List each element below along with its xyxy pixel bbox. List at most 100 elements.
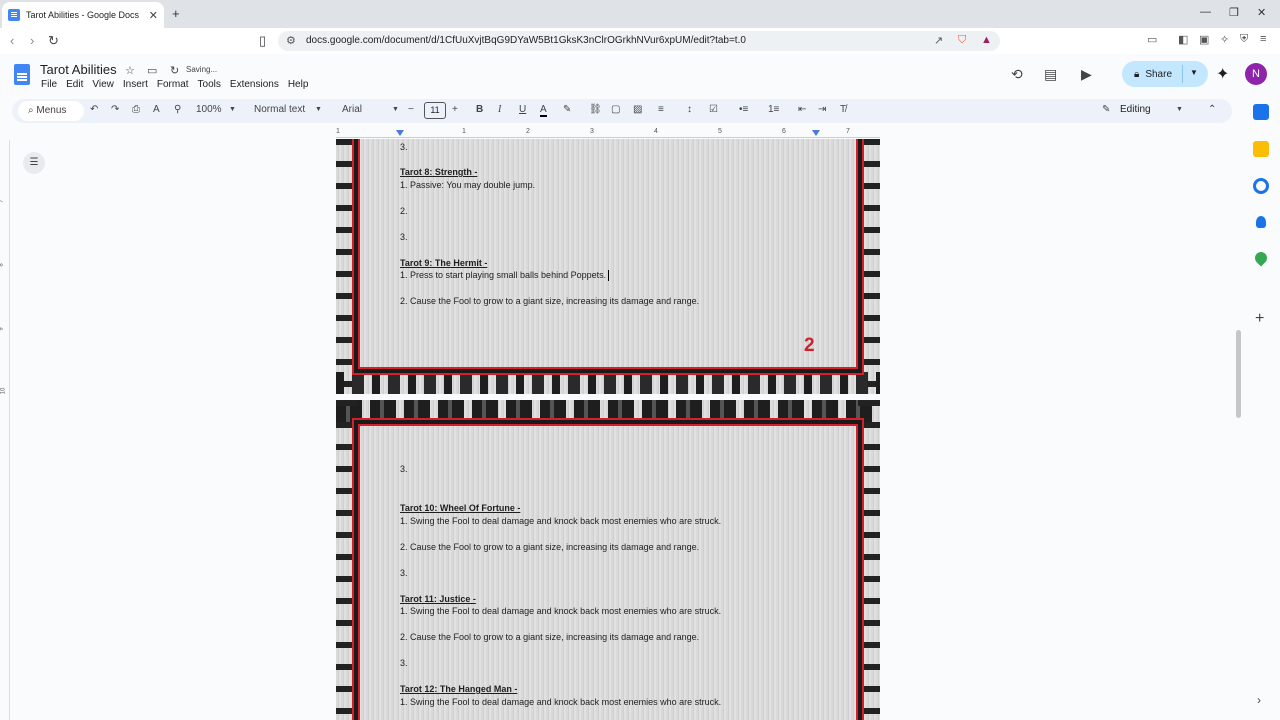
browser-tab[interactable]: Tarot Abilities - Google Docs ✕ xyxy=(2,2,164,28)
document-page[interactable]: 3. Tarot 10: Wheel Of Fortune - 1. Swing… xyxy=(336,400,880,720)
close-window-icon[interactable]: ✕ xyxy=(1257,6,1266,19)
bookmark-icon[interactable]: ▯ xyxy=(259,33,266,49)
back-icon[interactable]: ‹ xyxy=(10,33,14,48)
leo-ai-icon[interactable]: ✧ xyxy=(1220,33,1229,46)
doc-line[interactable]: 2. Cause the Fool to grow to a giant siz… xyxy=(400,296,699,306)
checklist-icon[interactable]: ☑ xyxy=(709,104,718,115)
align-icon[interactable]: ≡ xyxy=(658,104,664,115)
wallet-icon[interactable]: ▣ xyxy=(1199,33,1209,46)
font-size-input[interactable]: 11 xyxy=(424,102,446,119)
share-button[interactable]: 🔒︎ Share ▼ xyxy=(1122,61,1208,87)
doc-line-text[interactable]: 1. Press to start playing small balls be… xyxy=(400,270,606,280)
cast-icon[interactable]: ▭ xyxy=(1147,33,1157,46)
print-icon[interactable]: ⎙ xyxy=(132,104,140,115)
menu-insert[interactable]: Insert xyxy=(123,79,148,90)
meet-icon[interactable]: ▶ xyxy=(1081,66,1092,83)
menu-format[interactable]: Format xyxy=(157,79,189,90)
horizontal-ruler[interactable]: 1 1 2 3 4 5 6 7 xyxy=(336,128,880,139)
share-page-icon[interactable]: ↗ xyxy=(934,34,943,47)
collapse-menus-icon[interactable]: ⌃ xyxy=(1208,104,1216,115)
font-dropdown-icon[interactable]: ▼ xyxy=(392,106,399,113)
bold-icon[interactable]: B xyxy=(476,104,483,115)
zoom-dropdown-icon[interactable]: ▼ xyxy=(229,106,236,113)
vertical-scrollbar[interactable] xyxy=(1236,330,1241,418)
doc-line[interactable]: 2. xyxy=(400,206,408,216)
url-field[interactable]: ⚙ docs.google.com/document/d/1CfUuXvjtBq… xyxy=(278,31,1000,51)
doc-line-with-cursor[interactable]: 1. Press to start playing small balls be… xyxy=(400,270,610,282)
left-indent-marker[interactable] xyxy=(396,130,404,136)
maps-icon[interactable] xyxy=(1252,249,1270,267)
spellcheck-icon[interactable]: A xyxy=(153,104,160,115)
doc-line[interactable]: 3. xyxy=(400,658,408,668)
insert-image-icon[interactable]: ▨ xyxy=(633,104,642,115)
menu-edit[interactable]: Edit xyxy=(66,79,83,90)
style-dropdown-icon[interactable]: ▼ xyxy=(315,106,322,113)
doc-heading[interactable]: Tarot 12: The Hanged Man - xyxy=(400,684,517,694)
doc-line[interactable]: 3. xyxy=(400,142,408,152)
paint-format-icon[interactable]: ⚲ xyxy=(174,104,181,115)
clear-formatting-icon[interactable]: T̸ xyxy=(840,104,846,115)
mode-dropdown-icon[interactable]: ▼ xyxy=(1176,106,1183,113)
restore-icon[interactable]: ❐ xyxy=(1229,6,1239,19)
insert-link-icon[interactable]: ⛓ xyxy=(589,104,602,115)
font-select[interactable]: Arial xyxy=(342,104,362,115)
comments-icon[interactable]: ▤ xyxy=(1044,66,1057,83)
star-icon[interactable]: ☆ xyxy=(125,64,135,77)
doc-line[interactable]: 1. Swing the Fool to deal damage and kno… xyxy=(400,606,721,616)
brave-shield-icon[interactable]: ⛉ xyxy=(958,34,966,47)
undo-icon[interactable]: ↶ xyxy=(90,104,98,115)
redo-icon[interactable]: ↷ xyxy=(111,104,119,115)
close-tab-icon[interactable]: ✕ xyxy=(149,9,158,22)
editing-mode-select[interactable]: Editing xyxy=(1120,104,1151,115)
doc-heading[interactable]: Tarot 8: Strength - xyxy=(400,167,477,177)
document-page[interactable]: 3. Tarot 8: Strength - 1. Passive: You m… xyxy=(336,139,880,394)
doc-line[interactable]: 1. Passive: You may double jump. xyxy=(400,180,535,190)
doc-line[interactable]: 3. xyxy=(400,464,408,474)
zoom-select[interactable]: 100% xyxy=(196,104,222,115)
increase-font-icon[interactable]: + xyxy=(452,104,458,115)
tasks-icon[interactable] xyxy=(1253,178,1269,194)
document-title[interactable]: Tarot Abilities xyxy=(40,62,117,77)
increase-indent-icon[interactable]: ⇥ xyxy=(818,104,826,115)
menu-view[interactable]: View xyxy=(92,79,114,90)
add-comment-icon[interactable]: ▢ xyxy=(611,104,620,115)
gemini-icon[interactable]: ✦ xyxy=(1216,64,1229,84)
menu-tools[interactable]: Tools xyxy=(198,79,221,90)
doc-line[interactable]: 1. Swing the Fool to deal damage and kno… xyxy=(400,516,721,526)
rewards-icon[interactable]: ▲ xyxy=(981,34,992,46)
avatar[interactable]: N xyxy=(1245,63,1267,85)
calendar-icon[interactable] xyxy=(1253,104,1269,120)
editing-pencil-icon[interactable]: ✎ xyxy=(1102,104,1110,115)
underline-icon[interactable]: U xyxy=(519,104,526,115)
right-indent-marker[interactable] xyxy=(812,130,820,136)
expand-panel-icon[interactable]: › xyxy=(1257,693,1261,707)
doc-heading[interactable]: Tarot 9: The Hermit - xyxy=(400,258,487,268)
site-info-icon[interactable]: ⚙ xyxy=(286,34,296,47)
italic-icon[interactable]: I xyxy=(498,104,501,115)
minimize-icon[interactable]: — xyxy=(1200,6,1211,18)
search-menus-input[interactable]: ⌕ Menus xyxy=(18,101,84,121)
menu-file[interactable]: File xyxy=(41,79,57,90)
doc-line[interactable]: 2. Cause the Fool to grow to a giant siz… xyxy=(400,632,699,642)
add-on-plus-icon[interactable]: + xyxy=(1255,310,1264,328)
share-dropdown-icon[interactable]: ▼ xyxy=(1190,68,1198,77)
style-select[interactable]: Normal text xyxy=(254,104,305,115)
menu-help[interactable]: Help xyxy=(288,79,309,90)
line-spacing-icon[interactable]: ↕ xyxy=(687,104,692,115)
browser-menu-icon[interactable]: ≡ xyxy=(1260,33,1266,45)
decrease-font-icon[interactable]: − xyxy=(408,104,414,115)
move-folder-icon[interactable]: ▭ xyxy=(147,64,157,77)
vpn-icon[interactable]: ⛨ xyxy=(1240,33,1248,46)
doc-line[interactable]: 2. Cause the Fool to grow to a giant siz… xyxy=(400,542,699,552)
new-tab-button[interactable]: + xyxy=(172,6,180,21)
bulleted-list-icon[interactable]: •≡ xyxy=(739,104,748,115)
contacts-icon[interactable] xyxy=(1256,216,1266,228)
docs-logo-icon[interactable] xyxy=(14,64,30,85)
doc-line[interactable]: 3. xyxy=(400,232,408,242)
text-color-icon[interactable]: A xyxy=(540,104,547,117)
forward-icon[interactable]: › xyxy=(30,33,34,48)
decrease-indent-icon[interactable]: ⇤ xyxy=(798,104,806,115)
doc-heading[interactable]: Tarot 10: Wheel Of Fortune - xyxy=(400,503,520,513)
doc-heading[interactable]: Tarot 11: Justice - xyxy=(400,594,476,604)
vertical-ruler[interactable]: 7 8 9 10 xyxy=(0,140,10,720)
